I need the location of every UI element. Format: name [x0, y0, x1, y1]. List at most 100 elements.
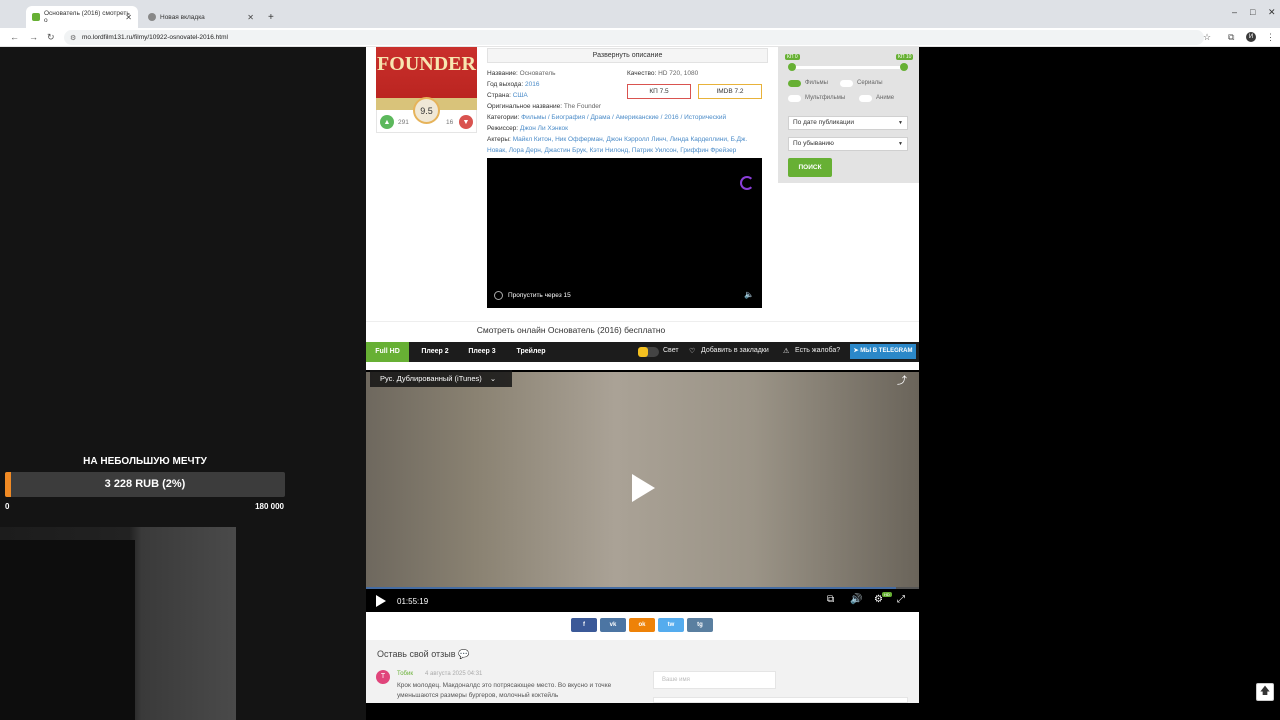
slider-min-handle[interactable] [788, 63, 796, 71]
telegram-button[interactable]: ➤ МЫ В TELEGRAM [850, 344, 916, 359]
close-tab-icon[interactable]: ✕ [125, 13, 132, 22]
toggle-anime-label: Аниме [876, 95, 895, 101]
toggle-cartoons[interactable] [788, 95, 801, 102]
chevron-down-icon: ⌄ [489, 374, 497, 383]
forward-icon[interactable]: → [29, 32, 38, 42]
pip-icon[interactable]: ⧉ [827, 594, 834, 605]
dislikes-count: 16 [446, 119, 454, 126]
toggle-anime[interactable] [859, 95, 872, 102]
watch-heading: Смотреть онлайн Основатель (2016) беспла… [476, 325, 666, 335]
audio-track-select[interactable]: Рус. Дублированный (iTunes) ⌄ [370, 370, 512, 387]
actors-links[interactable]: Майкл Китон, Ник Офферман, Джон Кэрролл … [513, 136, 748, 143]
tab-full-hd[interactable]: Full HD [366, 342, 409, 362]
info-country: Страна: США [487, 92, 528, 99]
ad-skip-button[interactable]: Пропустить через 15 [494, 291, 571, 300]
menu-icon[interactable]: ⋮ [1266, 32, 1275, 43]
comment-icon: 💬 [458, 649, 470, 659]
page-background-right [919, 47, 1280, 703]
maximize-button[interactable]: □ [1250, 7, 1255, 17]
sort-select[interactable]: По дате публикации ▼ [788, 116, 908, 130]
rating-badge: 9.5 [413, 97, 440, 124]
site-favicon-icon [32, 13, 40, 21]
play-big-icon[interactable] [632, 474, 655, 502]
share-facebook-button[interactable]: f [571, 618, 597, 632]
thumbs-up-icon[interactable]: ▲ [380, 115, 394, 129]
tab-new[interactable]: Новая вкладка ✕ [142, 6, 260, 28]
kp-range-slider[interactable] [791, 66, 904, 69]
share-telegram-button[interactable]: tg [687, 618, 713, 632]
close-tab-icon[interactable]: ✕ [247, 13, 254, 22]
sort-value: По дате публикации [793, 119, 854, 126]
minimize-button[interactable]: – [1232, 7, 1237, 17]
fullscreen-icon[interactable]: ⤢ [897, 594, 905, 605]
director-link[interactable]: Джон Ли Хэнкок [520, 125, 568, 132]
mute-icon[interactable]: 🔈 [744, 290, 754, 299]
scroll-top-button[interactable]: 🡅 [1256, 683, 1274, 701]
toggle-series[interactable] [840, 80, 853, 87]
thumbs-down-icon[interactable]: ▼ [459, 115, 473, 129]
complaint-label[interactable]: Есть жалоба? [795, 347, 840, 354]
categories-links[interactable]: Фильмы / Биография / Драма / Американски… [521, 114, 726, 121]
extensions-icon[interactable]: ⧉ [1228, 32, 1234, 43]
audio-track-label: Рус. Дублированный (iTunes) [380, 374, 482, 383]
order-select[interactable]: По убыванию ▼ [788, 137, 908, 151]
heart-icon[interactable]: ♡ [689, 347, 695, 355]
actors-links-2[interactable]: Новак, Лора Дерн, Джастин Брук, Кэти Нил… [487, 147, 736, 154]
time-display: 01:55:19 [397, 597, 429, 606]
loading-spinner-icon [740, 176, 754, 190]
share-ok-button[interactable]: ok [629, 618, 655, 632]
country-link[interactable]: США [513, 92, 528, 99]
share-vk-button[interactable]: vk [600, 618, 626, 632]
tab-title: Новая вкладка [160, 13, 205, 21]
name-field[interactable]: Ваше имя [653, 671, 776, 689]
tab-player-3[interactable]: Плеер 3 [461, 342, 503, 362]
year-link[interactable]: 2016 [525, 81, 539, 88]
comment-author[interactable]: Тобик [397, 671, 413, 677]
tab-trailer[interactable]: Трейлер [508, 342, 554, 362]
close-window-button[interactable]: ✕ [1268, 7, 1276, 18]
player-controls [366, 589, 919, 612]
globe-icon [148, 13, 156, 21]
search-button[interactable]: ПОИСК [788, 158, 832, 177]
light-toggle-knob [638, 347, 648, 357]
bookmark-star-icon[interactable]: ☆ [1203, 32, 1211, 43]
donation-goal-title: НА НЕБОЛЬШУЮ МЕЧТУ [83, 456, 207, 467]
slider-min-label: КП 0 [785, 54, 800, 60]
profile-avatar[interactable]: И [1246, 32, 1256, 42]
volume-icon[interactable]: 🔊 [850, 594, 862, 605]
info-director: Режиссер: Джон Ли Хэнкок [487, 125, 569, 132]
warning-icon[interactable]: ⚠ [783, 347, 789, 355]
telegram-label: МЫ В TELEGRAM [860, 348, 913, 354]
slider-max-handle[interactable] [900, 63, 908, 71]
tab-player-2[interactable]: Плеер 2 [414, 342, 456, 362]
expand-description-button[interactable]: Развернуть описание [487, 48, 768, 63]
light-label[interactable]: Свет [663, 347, 679, 354]
avatar: Т [376, 670, 390, 684]
info-categories: Категории: Фильмы / Биография / Драма / … [487, 114, 727, 121]
address-bar[interactable]: ⚙ mo.lordfilm131.ru/filmy/10922-osnovate… [64, 30, 1204, 45]
info-year: Год выхода: 2016 [487, 81, 540, 88]
reload-icon[interactable]: ↻ [47, 32, 55, 43]
toggle-films[interactable] [788, 80, 801, 87]
hd-badge: HD [882, 592, 892, 597]
donation-min: 0 [5, 502, 10, 511]
ad-player[interactable] [487, 158, 762, 308]
site-info-icon[interactable]: ⚙ [70, 34, 76, 42]
dropdown-arrow-icon: ▼ [898, 141, 903, 147]
donation-amount: 3 228 RUB (2%) [104, 478, 186, 490]
poster-title: FOUNDER [377, 53, 476, 75]
play-icon[interactable] [376, 595, 386, 607]
kp-rating: КП 7.5 [627, 84, 691, 99]
share-icon[interactable]: ⤴ [897, 372, 907, 387]
share-twitter-button[interactable]: tw [658, 618, 684, 632]
tab-active[interactable]: Основатель (2016) смотреть о ✕ [26, 6, 138, 28]
tab-title: Основатель (2016) смотреть о [44, 10, 130, 24]
new-tab-button[interactable]: + [262, 6, 278, 28]
donation-max: 180 000 [255, 502, 284, 511]
bottom-strip [366, 703, 919, 720]
dropdown-arrow-icon: ▼ [898, 120, 903, 126]
toggle-films-label: Фильмы [805, 80, 828, 86]
comment-date: 4 августа 2025 04:31 [425, 671, 483, 677]
bookmark-label[interactable]: Добавить в закладки [701, 347, 769, 354]
back-icon[interactable]: ← [10, 32, 19, 42]
